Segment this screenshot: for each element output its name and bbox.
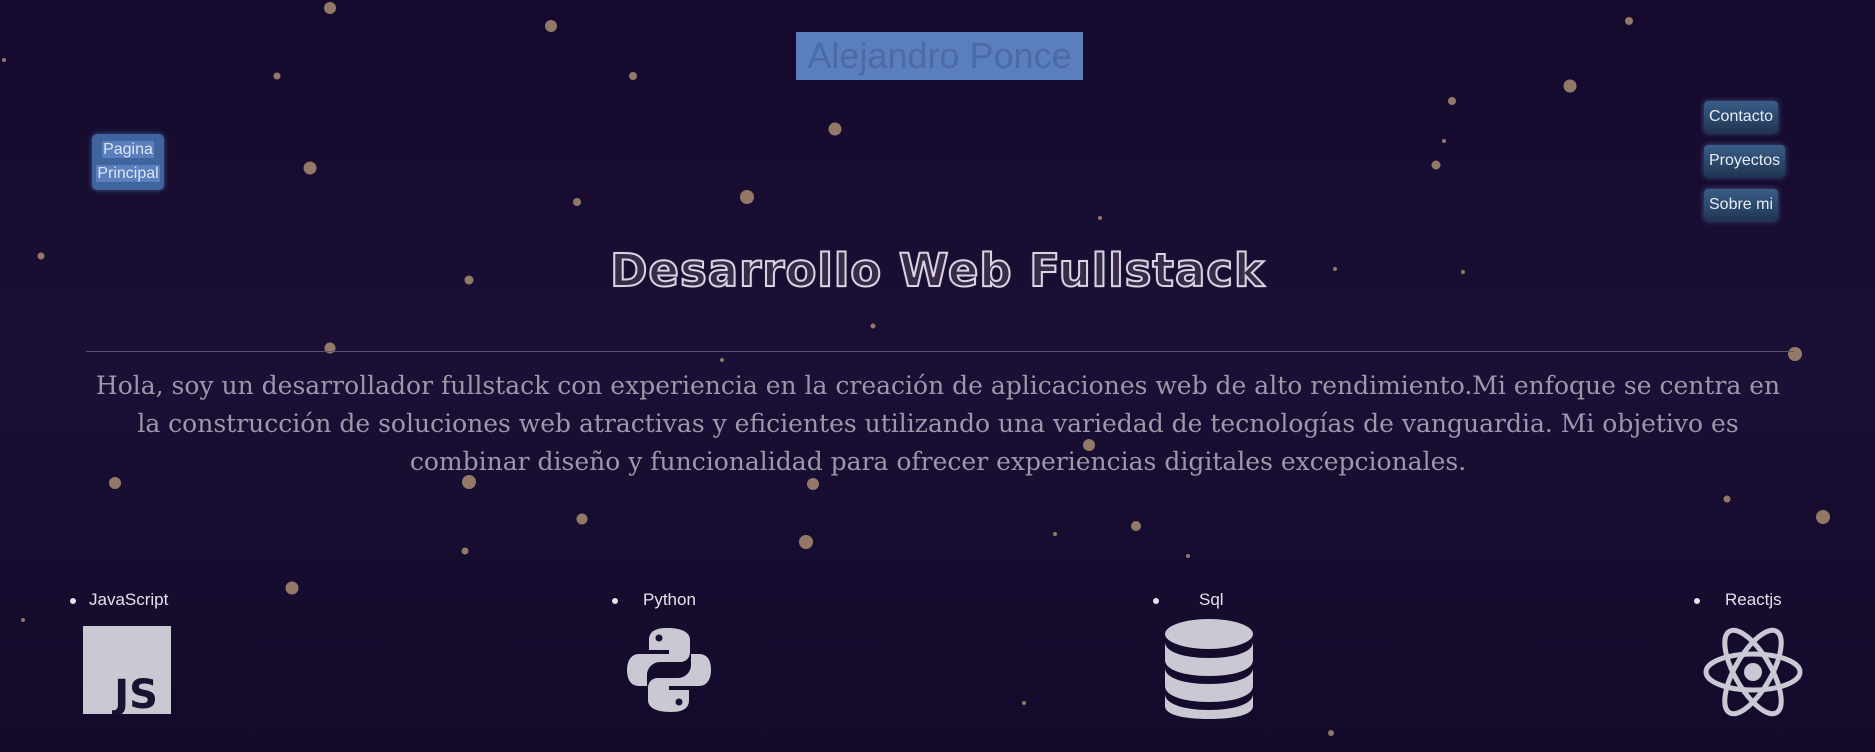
skill-label: Python (643, 590, 696, 609)
skill-label: Sql (1199, 590, 1224, 609)
python-icon (627, 628, 711, 712)
home-button-label-line1: Pagina (102, 141, 154, 158)
skill-label: JavaScript (89, 590, 169, 609)
javascript-icon: JS (83, 626, 171, 714)
nav-contacto-button[interactable]: Contacto (1704, 101, 1779, 133)
hero-headline: Desarrollo Web Fullstack (609, 243, 1265, 298)
bullet (1694, 598, 1700, 604)
home-button[interactable]: Pagina Principal (92, 134, 164, 190)
intro-line-3: combinar diseño y funcionalidad para ofr… (409, 447, 1467, 476)
nav-sobre-mi-button[interactable]: Sobre mi (1704, 189, 1779, 221)
react-icon (1703, 627, 1803, 717)
intro-line-1: Hola, soy un desarrollador fullstack con… (95, 371, 1781, 400)
skill-label: Reactjs (1725, 590, 1782, 609)
divider (86, 351, 1794, 352)
database-icon (1165, 619, 1253, 719)
site-title: Alejandro Ponce (796, 32, 1083, 80)
nav-proyectos-button[interactable]: Proyectos (1704, 145, 1786, 177)
bullet (612, 598, 618, 604)
svg-text:JS: JS (111, 672, 158, 714)
intro-paragraph: Hola, soy un desarrollador fullstack con… (92, 367, 1784, 481)
home-button-label-line2: Principal (96, 165, 160, 182)
bullet (70, 598, 76, 604)
bullet (1153, 598, 1159, 604)
intro-line-2: la construcción de soluciones web atract… (137, 409, 1739, 438)
